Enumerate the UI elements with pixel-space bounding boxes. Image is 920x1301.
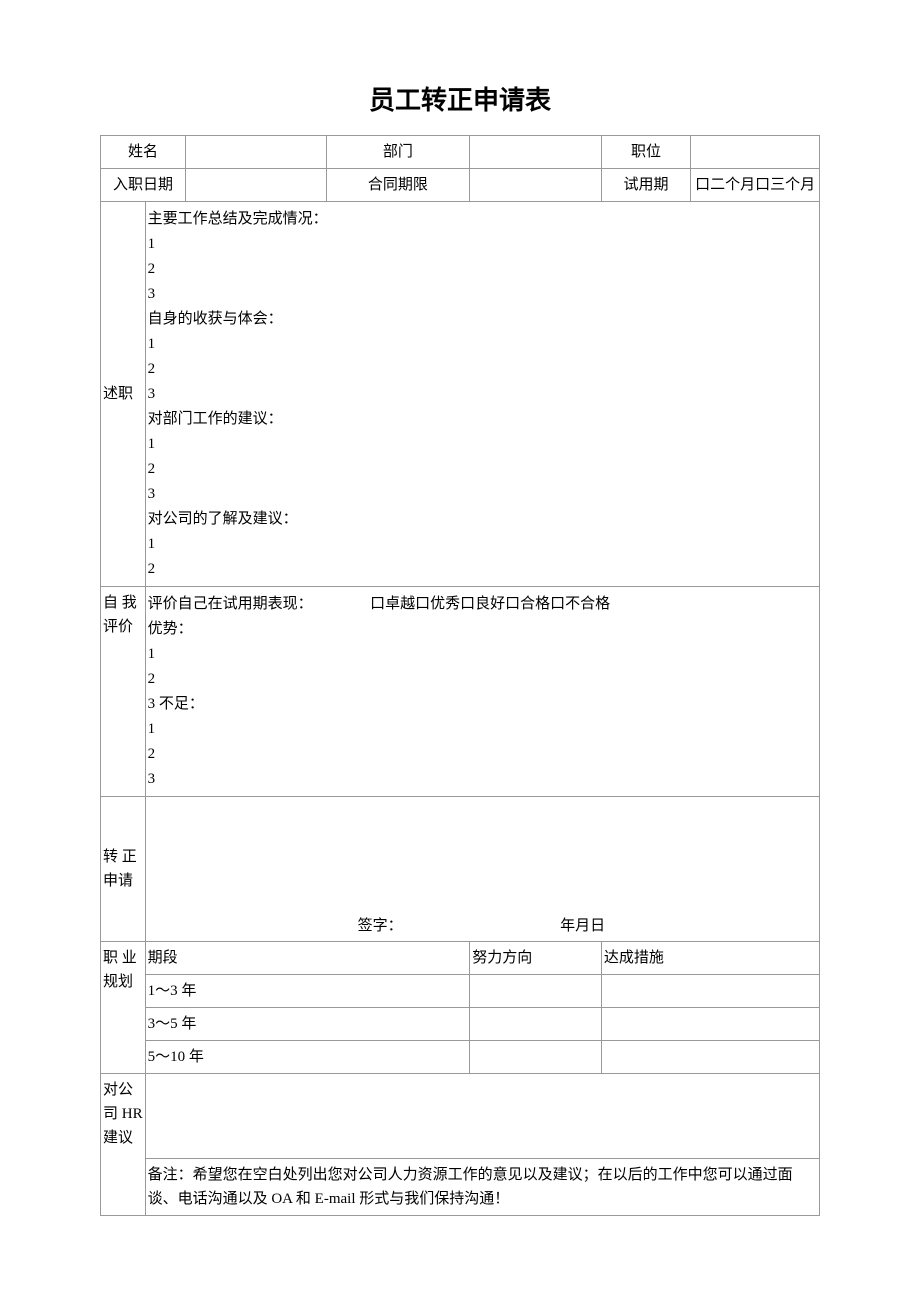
- text-line: 对公司的了解及建议：: [148, 507, 817, 531]
- entry-date-label: 入职日期: [101, 169, 186, 202]
- text-line: 自身的收获与体会：: [148, 307, 817, 331]
- text-line: 1: [148, 232, 817, 256]
- text-line: 2: [148, 457, 817, 481]
- career-measure-2[interactable]: [601, 1008, 819, 1041]
- career-col-period: 期段: [145, 942, 470, 975]
- text-line: 2: [148, 667, 817, 691]
- text-line: 优势：: [148, 617, 817, 641]
- date-label: 年月日: [560, 918, 605, 934]
- section-describe-label: 述职: [101, 202, 146, 587]
- dept-value[interactable]: [470, 136, 602, 169]
- career-col-measure: 达成措施: [601, 942, 819, 975]
- text-line: 1: [148, 432, 817, 456]
- entry-date-value[interactable]: [186, 169, 326, 202]
- section-apply-label: 转 正申请: [101, 797, 146, 942]
- career-direction-1[interactable]: [470, 975, 602, 1008]
- career-measure-1[interactable]: [601, 975, 819, 1008]
- text-line: 1: [148, 717, 817, 741]
- text-line: 3 不足：: [148, 692, 817, 716]
- text-line: 1: [148, 532, 817, 556]
- name-label: 姓名: [101, 136, 186, 169]
- hr-suggest-content[interactable]: [145, 1074, 819, 1159]
- pos-label: 职位: [601, 136, 690, 169]
- hr-suggest-note: 备注：希望您在空白处列出您对公司人力资源工作的意见以及建议；在以后的工作中您可以…: [145, 1159, 819, 1216]
- section-apply-content[interactable]: 签字： 年月日: [145, 797, 819, 942]
- career-period-3: 5～10 年: [145, 1041, 470, 1074]
- text-line: 2: [148, 357, 817, 381]
- career-direction-3[interactable]: [470, 1041, 602, 1074]
- text-line: 1: [148, 642, 817, 666]
- sign-label: 签字：: [358, 918, 403, 934]
- text-line: 主要工作总结及完成情况：: [148, 207, 817, 231]
- section-self-eval-content[interactable]: 评价自己在试用期表现： 口卓越口优秀口良好口合格口不合格 优势： 1 2 3 不…: [145, 587, 819, 797]
- career-measure-3[interactable]: [601, 1041, 819, 1074]
- text-line: 对部门工作的建议：: [148, 407, 817, 431]
- section-self-eval-label: 自 我评价: [101, 587, 146, 797]
- form-title: 员工转正申请表: [100, 80, 820, 117]
- section-career-label: 职 业规划: [101, 942, 146, 1074]
- career-period-2: 3～5 年: [145, 1008, 470, 1041]
- career-period-1: 1～3 年: [145, 975, 470, 1008]
- text-line: 3: [148, 282, 817, 306]
- text-line: 3: [148, 482, 817, 506]
- eval-prompt: 评价自己在试用期表现：: [148, 596, 313, 612]
- contract-value[interactable]: [470, 169, 602, 202]
- probation-options[interactable]: 口二个月口三个月: [691, 169, 820, 202]
- career-direction-2[interactable]: [470, 1008, 602, 1041]
- dept-label: 部门: [326, 136, 470, 169]
- form-table: 姓名 部门 职位 入职日期 合同期限 试用期 口二个月口三个月 述职 主要工作总…: [100, 135, 820, 1216]
- probation-label: 试用期: [601, 169, 690, 202]
- name-value[interactable]: [186, 136, 326, 169]
- text-line: 3: [148, 767, 817, 791]
- text-line: 2: [148, 742, 817, 766]
- contract-label: 合同期限: [326, 169, 470, 202]
- text-line: 1: [148, 332, 817, 356]
- text-line: 2: [148, 257, 817, 281]
- text-line: 3: [148, 382, 817, 406]
- career-col-direction: 努力方向: [470, 942, 602, 975]
- section-describe-content[interactable]: 主要工作总结及完成情况： 1 2 3 自身的收获与体会： 1 2 3 对部门工作…: [145, 202, 819, 587]
- pos-value[interactable]: [691, 136, 820, 169]
- section-hr-suggest-label: 对公司 HR 建议: [101, 1074, 146, 1216]
- eval-options[interactable]: 口卓越口优秀口良好口合格口不合格: [370, 596, 610, 612]
- sign-row: 签字： 年月日: [148, 914, 817, 938]
- text-line: 2: [148, 557, 817, 581]
- eval-line: 评价自己在试用期表现： 口卓越口优秀口良好口合格口不合格: [148, 592, 817, 616]
